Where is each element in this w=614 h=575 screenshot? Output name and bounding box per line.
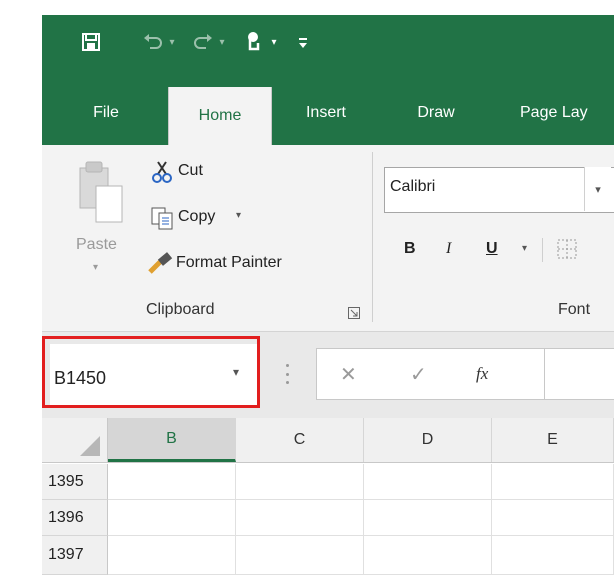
tab-home[interactable]: Home: [168, 87, 272, 145]
paste-dropdown-icon[interactable]: ▾: [93, 262, 98, 273]
column-header-b[interactable]: B: [108, 418, 236, 462]
cell-e1396[interactable]: [492, 500, 614, 536]
font-group-label: Font: [558, 301, 591, 318]
format-painter-icon: [148, 252, 174, 276]
cell-b1395[interactable]: [108, 464, 236, 500]
touch-mode-dropdown-icon[interactable]: ▾: [268, 22, 280, 62]
bold-button[interactable]: B: [404, 240, 416, 258]
clipboard-dialog-launcher-icon[interactable]: [348, 306, 360, 319]
cell-c1395[interactable]: [236, 464, 364, 500]
font-toolbar-divider: [542, 238, 543, 262]
cell-d1396[interactable]: [364, 500, 492, 536]
clipboard-group-label: Clipboard: [146, 301, 215, 318]
cell-b1397[interactable]: [108, 536, 236, 575]
touch-mode-icon[interactable]: [240, 22, 266, 62]
copy-icon: [150, 206, 174, 230]
borders-icon[interactable]: [556, 238, 578, 260]
cell-b1396[interactable]: [108, 500, 236, 536]
tab-page-layout[interactable]: Page Lay: [520, 97, 614, 129]
cell-c1397[interactable]: [236, 536, 364, 575]
select-all-button[interactable]: [42, 418, 108, 462]
tab-file[interactable]: File: [76, 97, 136, 129]
formula-bar-grip-icon: [284, 364, 290, 384]
column-header-e[interactable]: E: [492, 418, 614, 462]
row-header-1395[interactable]: 1395: [42, 464, 108, 500]
excel-window: ▾ ▾ ▾ File Home Insert Draw Page Lay Pas…: [0, 0, 614, 575]
undo-icon[interactable]: [140, 22, 166, 62]
cell-c1396[interactable]: [236, 500, 364, 536]
insert-function-icon[interactable]: fx: [476, 364, 488, 384]
redo-dropdown-icon[interactable]: ▾: [216, 22, 228, 62]
cut-button[interactable]: Cut: [178, 162, 203, 180]
redo-icon[interactable]: [190, 22, 216, 62]
scissors-icon: [150, 160, 174, 184]
copy-dropdown-icon[interactable]: ▾: [236, 210, 241, 221]
copy-button[interactable]: Copy: [178, 208, 215, 226]
worksheet-grid: B C D E 1395 1396 1397: [42, 418, 614, 575]
cell-e1397[interactable]: [492, 536, 614, 575]
enter-entry-icon[interactable]: ✓: [410, 362, 427, 387]
formula-input[interactable]: [544, 348, 614, 400]
save-icon[interactable]: [76, 22, 106, 62]
customize-qat-icon[interactable]: [296, 22, 310, 62]
underline-dropdown-icon[interactable]: ▾: [522, 243, 527, 254]
cancel-entry-icon[interactable]: ✕: [340, 362, 357, 387]
format-painter-button[interactable]: Format Painter: [176, 254, 282, 272]
ribbon-group-divider: [372, 152, 373, 322]
tab-draw[interactable]: Draw: [404, 97, 468, 129]
italic-button[interactable]: I: [446, 240, 451, 258]
column-header-c[interactable]: C: [236, 418, 364, 462]
cell-e1395[interactable]: [492, 464, 614, 500]
name-box-highlight: [42, 336, 260, 408]
column-header-d[interactable]: D: [364, 418, 492, 462]
font-name-dropdown-icon[interactable]: ▾: [584, 167, 611, 211]
cell-d1397[interactable]: [364, 536, 492, 575]
row-header-1397[interactable]: 1397: [42, 536, 108, 575]
underline-button[interactable]: U: [486, 240, 498, 258]
tab-insert[interactable]: Insert: [286, 97, 366, 129]
row-header-1396[interactable]: 1396: [42, 500, 108, 536]
paste-icon[interactable]: [76, 156, 126, 228]
cell-d1395[interactable]: [364, 464, 492, 500]
quick-access-toolbar: ▾ ▾ ▾: [0, 22, 614, 62]
font-name-value[interactable]: Calibri: [390, 178, 435, 196]
paste-label[interactable]: Paste: [76, 236, 117, 254]
undo-dropdown-icon[interactable]: ▾: [166, 22, 178, 62]
